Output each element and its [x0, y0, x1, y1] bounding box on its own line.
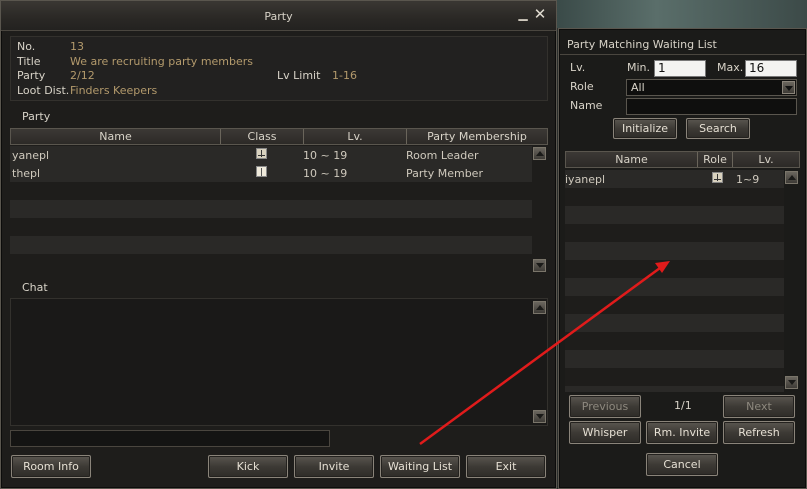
- chat-scroll-up-icon[interactable]: [533, 301, 546, 314]
- member-name: thepl: [12, 166, 41, 180]
- close-icon[interactable]: ✕: [532, 6, 548, 22]
- sword-icon: [256, 148, 267, 159]
- empty-row: [565, 242, 784, 260]
- party-section-label: Party: [22, 110, 51, 123]
- member-membership: Room Leader: [406, 148, 479, 162]
- initialize-button[interactable]: Initialize: [613, 118, 677, 139]
- empty-row: [565, 296, 784, 314]
- kick-button[interactable]: Kick: [208, 455, 288, 478]
- party-window-title: Party: [264, 10, 293, 23]
- empty-row: [565, 368, 784, 386]
- invite-button[interactable]: Invite: [294, 455, 374, 478]
- member-membership: Party Member: [406, 166, 483, 180]
- lv-label: Lv.: [570, 61, 586, 74]
- role-select-value: All: [631, 81, 645, 94]
- page-indicator: 1/1: [674, 399, 692, 412]
- room-info-button[interactable]: Room Info: [11, 455, 91, 478]
- whisper-button[interactable]: Whisper: [569, 421, 641, 444]
- empty-row: [10, 182, 532, 200]
- chat-section-label: Chat: [22, 281, 48, 294]
- waiting-scroll-down-icon[interactable]: [785, 376, 798, 389]
- empty-row: [565, 332, 784, 350]
- name-label: Name: [570, 99, 603, 112]
- col-lv-header[interactable]: Lv.: [304, 129, 407, 144]
- chat-input[interactable]: [10, 430, 330, 447]
- rm-invite-button[interactable]: Rm. Invite: [646, 421, 718, 444]
- next-button[interactable]: Next: [723, 395, 795, 418]
- chat-log[interactable]: [10, 298, 548, 426]
- background-scene: [556, 0, 807, 28]
- exit-button[interactable]: Exit: [466, 455, 546, 478]
- search-button[interactable]: Search: [686, 118, 750, 139]
- col-role-header[interactable]: Role: [698, 152, 733, 167]
- min-level-input[interactable]: 1: [654, 60, 706, 77]
- max-label: Max.: [717, 61, 744, 74]
- lv-limit-label: Lv Limit: [277, 69, 321, 82]
- party-titlebar[interactable]: Party ▁ ✕: [1, 1, 556, 31]
- party-table-body: yanepl 10 ~ 19 Room Leader thepl 10 ~ 19…: [10, 146, 532, 272]
- member-name: yanepl: [12, 148, 50, 162]
- waiting-table-header: Name Role Lv.: [565, 151, 800, 168]
- col-class-header[interactable]: Class: [221, 129, 304, 144]
- empty-row: [565, 224, 784, 242]
- party-table-header: Name Class Lv. Party Membership: [10, 128, 548, 145]
- previous-button[interactable]: Previous: [569, 395, 641, 418]
- col-name-header[interactable]: Name: [11, 129, 221, 144]
- no-label: No.: [17, 40, 36, 53]
- min-label: Min.: [627, 61, 651, 74]
- table-row[interactable]: thepl 10 ~ 19 Party Member: [10, 164, 532, 182]
- empty-row: [565, 260, 784, 278]
- chat-scroll-down-icon[interactable]: [533, 410, 546, 423]
- title-value: We are recruiting party members: [70, 55, 254, 68]
- waiting-list-button[interactable]: Waiting List: [380, 455, 460, 478]
- refresh-button[interactable]: Refresh: [723, 421, 795, 444]
- name-input[interactable]: [626, 98, 797, 115]
- sword-icon: [712, 172, 723, 183]
- waiting-list-title: Party Matching Waiting List: [567, 38, 717, 51]
- party-scroll-up-icon[interactable]: [533, 147, 546, 160]
- no-value: 13: [70, 40, 84, 53]
- max-level-input[interactable]: 16: [745, 60, 797, 77]
- empty-row: [10, 236, 532, 254]
- party-info-panel: No. 13 Title We are recruiting party mem…: [10, 36, 548, 101]
- chevron-down-icon[interactable]: [782, 81, 795, 94]
- empty-row: [10, 200, 532, 218]
- loot-value: Finders Keepers: [70, 84, 158, 97]
- party-count-label: Party: [17, 69, 46, 82]
- title-label: Title: [17, 55, 41, 68]
- table-row[interactable]: iyanepl 1~9: [565, 170, 784, 188]
- divider: [560, 54, 805, 55]
- cancel-button[interactable]: Cancel: [646, 453, 718, 476]
- party-window: Party ▁ ✕ No. 13 Title We are recruiting…: [0, 0, 557, 489]
- party-count-value: 2/12: [70, 69, 95, 82]
- role-label: Role: [570, 80, 594, 93]
- member-lv: 10 ~ 19: [303, 148, 348, 162]
- col-lv-header[interactable]: Lv.: [733, 152, 799, 167]
- col-membership-header[interactable]: Party Membership: [407, 129, 547, 144]
- empty-row: [565, 314, 784, 332]
- minimize-icon[interactable]: ▁: [518, 8, 528, 20]
- waiting-list-window: Party Matching Waiting List Lv. Min. 1 M…: [558, 28, 807, 489]
- empty-row: [10, 254, 532, 272]
- table-row[interactable]: yanepl 10 ~ 19 Room Leader: [10, 146, 532, 164]
- loot-label: Loot Dist.: [17, 84, 70, 97]
- col-name-header[interactable]: Name: [566, 152, 698, 167]
- empty-row: [565, 188, 784, 206]
- empty-row: [565, 386, 784, 392]
- role-select[interactable]: All: [626, 79, 797, 96]
- book-icon: [256, 166, 267, 177]
- waiting-scroll-up-icon[interactable]: [785, 171, 798, 184]
- waiting-table-body: iyanepl 1~9: [565, 170, 784, 392]
- lv-limit-value: 1-16: [332, 69, 357, 82]
- waiting-lv: 1~9: [736, 172, 760, 186]
- empty-row: [565, 206, 784, 224]
- member-lv: 10 ~ 19: [303, 166, 348, 180]
- empty-row: [10, 218, 532, 236]
- empty-row: [565, 350, 784, 368]
- empty-row: [565, 278, 784, 296]
- party-scroll-down-icon[interactable]: [533, 259, 546, 272]
- waiting-name: iyanepl: [565, 172, 606, 186]
